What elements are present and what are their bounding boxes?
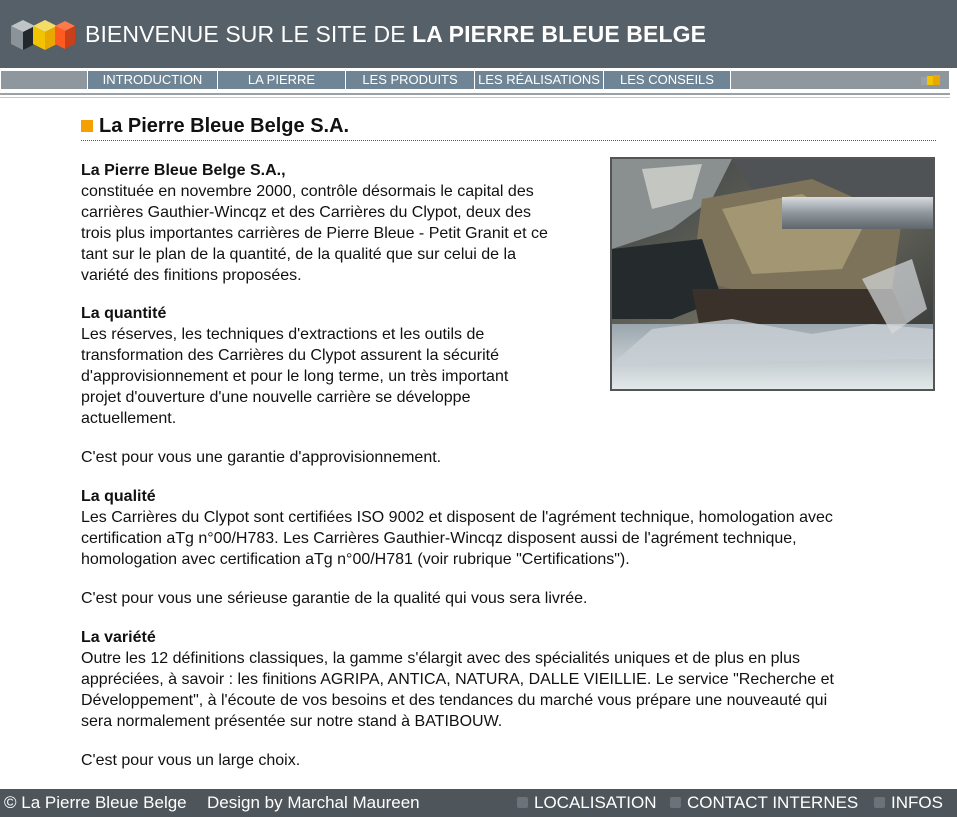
intro-line: variété des finitions proposées. bbox=[81, 267, 302, 284]
qualite-line: certification aTg n°00/H783. Les Carrièr… bbox=[81, 530, 797, 547]
variete-section: La variété Outre les 12 définitions clas… bbox=[81, 627, 936, 732]
quantite-line: transformation des Carrières du Clypot a… bbox=[81, 347, 499, 364]
qualite-conclusion: C'est pour vous une sérieuse garantie de… bbox=[81, 590, 588, 607]
footer-link-label: CONTACT INTERNES bbox=[687, 793, 859, 812]
footer-link-label: LOCALISATION bbox=[534, 793, 657, 812]
nav-item-les-conseils[interactable]: LES CONSEILS bbox=[603, 71, 731, 89]
qualite-line: Les Carrières du Clypot sont certifiées … bbox=[81, 509, 833, 526]
intro-line: trois plus importantes carrières de Pier… bbox=[81, 225, 548, 242]
header-title-prefix: BIENVENUE SUR LE SITE DE bbox=[85, 21, 413, 47]
quantite-line: d'approvisionnement et pour le long term… bbox=[81, 368, 509, 385]
footer-link-localisation[interactable]: LOCALISATION bbox=[517, 793, 657, 813]
variete-conclusion: C'est pour vous un large choix. bbox=[81, 752, 301, 769]
main-navigation: INTRODUCTION LA PIERRE LES PRODUITS LES … bbox=[0, 70, 950, 90]
header-separator-thin bbox=[0, 97, 950, 98]
intro-section: La Pierre Bleue Belge S.A., constituée e… bbox=[81, 160, 609, 286]
variete-line: Outre les 12 définitions classiques, la … bbox=[81, 650, 801, 667]
footer-link-contact-internes[interactable]: CONTACT INTERNES bbox=[670, 793, 858, 813]
qualite-heading: La qualité bbox=[81, 488, 156, 505]
qualite-line: homologation avec certification aTg n°00… bbox=[81, 551, 630, 568]
page-title-text: La Pierre Bleue Belge S.A. bbox=[99, 115, 350, 137]
footer-link-label: INFOS bbox=[891, 793, 943, 812]
nav-item-les-realisations[interactable]: LES RÉALISATIONS bbox=[474, 71, 603, 89]
intro-line: constituée en novembre 2000, contrôle dé… bbox=[81, 183, 534, 200]
footer-design-credit: Design by Marchal Maureen bbox=[207, 793, 420, 812]
orange-square-icon bbox=[81, 120, 93, 132]
quantite-line: Les réserves, les techniques d'extractio… bbox=[81, 326, 485, 343]
quarry-photo-image bbox=[612, 159, 933, 389]
title-underline bbox=[81, 140, 936, 141]
variete-line: sera normalement présentée sur notre sta… bbox=[81, 713, 503, 730]
main-content: La Pierre Bleue Belge S.A. bbox=[81, 113, 936, 141]
footer-copyright: © La Pierre Bleue Belge bbox=[4, 793, 187, 812]
variete-line: appréciées, à savoir : les finitions AGR… bbox=[81, 671, 834, 688]
site-header: BIENVENUE SUR LE SITE DE LA PIERRE BLEUE… bbox=[0, 0, 957, 68]
mini-logo-icon bbox=[921, 75, 940, 85]
quantite-section: La quantité Les réserves, les techniques… bbox=[81, 303, 609, 429]
nav-items: INTRODUCTION LA PIERRE LES PRODUITS LES … bbox=[87, 71, 731, 89]
quantite-heading: La quantité bbox=[81, 305, 167, 322]
header-title: BIENVENUE SUR LE SITE DE LA PIERRE BLEUE… bbox=[85, 21, 706, 48]
bullet-icon bbox=[517, 797, 528, 808]
variete-heading: La variété bbox=[81, 629, 156, 646]
nav-item-la-pierre[interactable]: LA PIERRE bbox=[217, 71, 345, 89]
quantite-line: actuellement. bbox=[81, 410, 177, 427]
variete-line: Développement", à l'écoute de vos besoin… bbox=[81, 692, 828, 709]
intro-line: carrières Gauthier-Wincqz et des Carrièr… bbox=[81, 204, 531, 221]
header-separator bbox=[0, 93, 950, 95]
header-title-bold: LA PIERRE BLEUE BELGE bbox=[412, 21, 707, 47]
page-title: La Pierre Bleue Belge S.A. bbox=[81, 113, 936, 139]
intro-line: tant sur le plan de la quantité, de la q… bbox=[81, 246, 516, 263]
nav-item-les-produits[interactable]: LES PRODUITS bbox=[345, 71, 474, 89]
footer-link-infos[interactable]: INFOS bbox=[874, 793, 943, 813]
belgian-stone-blocks-logo bbox=[11, 20, 75, 50]
qualite-section: La qualité Les Carrières du Clypot sont … bbox=[81, 486, 936, 570]
site-footer: © La Pierre Bleue Belge Design by Marcha… bbox=[0, 789, 957, 817]
bullet-icon bbox=[670, 797, 681, 808]
nav-item-introduction[interactable]: INTRODUCTION bbox=[87, 71, 217, 89]
quantite-line: projet d'ouverture d'une nouvelle carriè… bbox=[81, 389, 471, 406]
quantite-conclusion: C'est pour vous une garantie d'approvisi… bbox=[81, 449, 442, 466]
quarry-stone-cutting-photo bbox=[610, 157, 935, 391]
intro-heading: La Pierre Bleue Belge S.A., bbox=[81, 162, 286, 179]
nav-spacer bbox=[1, 71, 87, 89]
bullet-icon bbox=[874, 797, 885, 808]
